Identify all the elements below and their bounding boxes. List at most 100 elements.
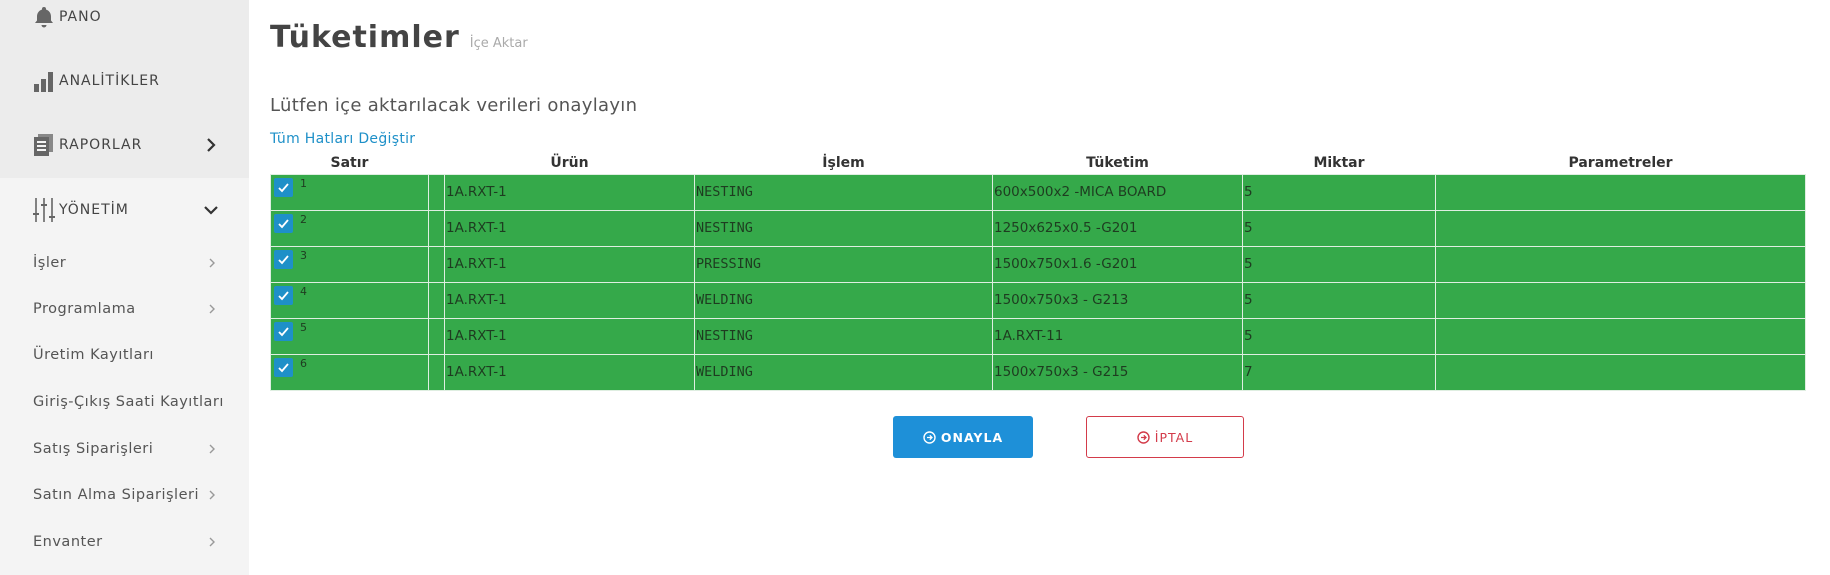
quantity-cell: 5 — [1242, 281, 1436, 319]
page-subtitle: İçe Aktar — [469, 36, 528, 51]
column-header-row: Satır — [270, 152, 429, 174]
quantity-cell: 5 — [1242, 245, 1436, 283]
column-header-parameters: Parametreler — [1435, 152, 1806, 174]
column-header-consumption: Tüketim — [992, 152, 1243, 174]
parameters-cell — [1435, 245, 1806, 283]
table-row: 6 1A.RXT-1 WELDING 1500x750x3 - G215 7 — [270, 353, 1806, 391]
sidebar-item-raporlar[interactable]: RAPORLAR — [0, 121, 249, 169]
confirm-button[interactable]: ONAYLA — [893, 416, 1033, 458]
table-row: 3 1A.RXT-1 PRESSING 1500x750x1.6 -G201 5 — [270, 245, 1806, 283]
circle-arrow-icon — [923, 430, 936, 444]
parameters-cell — [1435, 281, 1806, 319]
sidebar-subitem-uretim-kayitlari[interactable]: Üretim Kayıtları — [0, 340, 249, 370]
sidebar-subitem-giris-cikis[interactable]: Giriş-Çıkış Saati Kayıtları — [0, 387, 249, 417]
row-checkbox[interactable] — [274, 321, 293, 341]
column-header-spacer — [428, 152, 445, 174]
chevron-right-icon — [205, 535, 219, 549]
product-cell: 1A.RXT-1 — [444, 353, 695, 391]
parameters-cell — [1435, 173, 1806, 211]
sidebar-item-label: PANO — [59, 9, 102, 25]
bell-icon — [33, 5, 55, 29]
check-icon — [278, 290, 289, 300]
sidebar-subitem-programlama[interactable]: Programlama — [0, 294, 249, 324]
row-checkbox[interactable] — [274, 213, 293, 233]
toggle-all-lines-link[interactable]: Tüm Hatları Değiştir — [270, 131, 415, 147]
sidebar-subitem-isler[interactable]: İşler — [0, 248, 249, 278]
check-icon — [278, 254, 289, 264]
sidebar-subitem-label: Giriş-Çıkış Saati Kayıtları — [33, 394, 224, 410]
consumption-cell: 1500x750x3 - G215 — [992, 353, 1243, 391]
sidebar-subitem-label: Satın Alma Siparişleri — [33, 487, 199, 503]
row-number: 6 — [300, 356, 307, 370]
report-icon — [33, 133, 55, 157]
product-cell: 1A.RXT-1 — [444, 281, 695, 319]
consumption-cell: 1500x750x3 - G213 — [992, 281, 1243, 319]
import-table: Satır Ürün İşlem Tüketim Miktar Parametr… — [270, 152, 1806, 391]
consumption-cell: 600x500x2 -MICA BOARD — [992, 173, 1243, 211]
row-checkbox[interactable] — [274, 249, 293, 269]
product-cell: 1A.RXT-1 — [444, 245, 695, 283]
product-cell: 1A.RXT-1 — [444, 173, 695, 211]
consumption-cell: 1A.RXT-11 — [992, 317, 1243, 355]
chevron-right-icon — [205, 256, 219, 270]
sidebar-subitem-label: Üretim Kayıtları — [33, 347, 154, 363]
row-select-cell: 3 — [270, 245, 429, 283]
table-row: 2 1A.RXT-1 NESTING 1250x625x0.5 -G201 5 — [270, 209, 1806, 247]
sidebar-item-analitikler[interactable]: ANALİTİKLER — [0, 57, 249, 105]
consumption-cell: 1500x750x1.6 -G201 — [992, 245, 1243, 283]
page-title: Tüketimler — [270, 20, 460, 55]
table-row: 5 1A.RXT-1 NESTING 1A.RXT-11 5 — [270, 317, 1806, 355]
sidebar-subitem-satin-alma[interactable]: Satın Alma Siparişleri — [0, 480, 249, 510]
operation-cell: WELDING — [694, 353, 993, 391]
product-cell: 1A.RXT-1 — [444, 209, 695, 247]
quantity-cell: 5 — [1242, 173, 1436, 211]
sidebar-subitem-label: İşler — [33, 255, 67, 271]
quantity-cell: 5 — [1242, 209, 1436, 247]
sidebar-subitem-envanter[interactable]: Envanter — [0, 527, 249, 557]
row-select-cell: 2 — [270, 209, 429, 247]
title-row: Tüketimler İçe Aktar — [270, 20, 528, 55]
check-icon — [278, 362, 289, 372]
chevron-right-icon — [201, 135, 221, 155]
chevron-right-icon — [205, 302, 219, 316]
cancel-button-label: İPTAL — [1154, 429, 1194, 445]
row-spacer-cell — [428, 281, 445, 319]
cancel-button[interactable]: İPTAL — [1086, 416, 1244, 458]
instruction-text: Lütfen içe aktarılacak verileri onaylayı… — [270, 95, 638, 116]
column-header-product: Ürün — [444, 152, 695, 174]
quantity-cell: 7 — [1242, 353, 1436, 391]
sidebar-item-label: ANALİTİKLER — [59, 73, 160, 89]
table-row: 1 1A.RXT-1 NESTING 600x500x2 -MICA BOARD 5 — [270, 173, 1806, 211]
column-header-operation: İşlem — [694, 152, 993, 174]
row-number: 4 — [300, 284, 307, 298]
operation-cell: PRESSING — [694, 245, 993, 283]
chevron-right-icon — [205, 442, 219, 456]
column-header-quantity: Miktar — [1242, 152, 1436, 174]
row-number: 2 — [300, 212, 307, 226]
row-spacer-cell — [428, 245, 445, 283]
sidebar-subitem-label: Programlama — [33, 301, 136, 317]
bar-chart-icon — [33, 69, 55, 93]
sliders-icon — [33, 198, 55, 222]
sidebar-subitem-satis-siparisleri[interactable]: Satış Siparişleri — [0, 434, 249, 464]
operation-cell: NESTING — [694, 173, 993, 211]
sidebar-subitem-label: Envanter — [33, 534, 103, 550]
consumption-cell: 1250x625x0.5 -G201 — [992, 209, 1243, 247]
row-select-cell: 5 — [270, 317, 429, 355]
row-checkbox[interactable] — [274, 177, 293, 197]
sidebar-item-label: RAPORLAR — [59, 137, 143, 153]
row-checkbox[interactable] — [274, 285, 293, 305]
row-checkbox[interactable] — [274, 357, 293, 377]
operation-cell: WELDING — [694, 281, 993, 319]
confirm-button-label: ONAYLA — [940, 429, 1004, 445]
product-cell: 1A.RXT-1 — [444, 317, 695, 355]
table-row: 4 1A.RXT-1 WELDING 1500x750x3 - G213 5 — [270, 281, 1806, 319]
sidebar-item-pano[interactable]: PANO — [0, 0, 249, 41]
check-icon — [278, 182, 289, 192]
quantity-cell: 5 — [1242, 317, 1436, 355]
operation-cell: NESTING — [694, 209, 993, 247]
sidebar-item-yonetim[interactable]: YÖNETİM — [0, 186, 249, 234]
check-icon — [278, 326, 289, 336]
row-select-cell: 6 — [270, 353, 429, 391]
row-number: 3 — [300, 248, 307, 262]
